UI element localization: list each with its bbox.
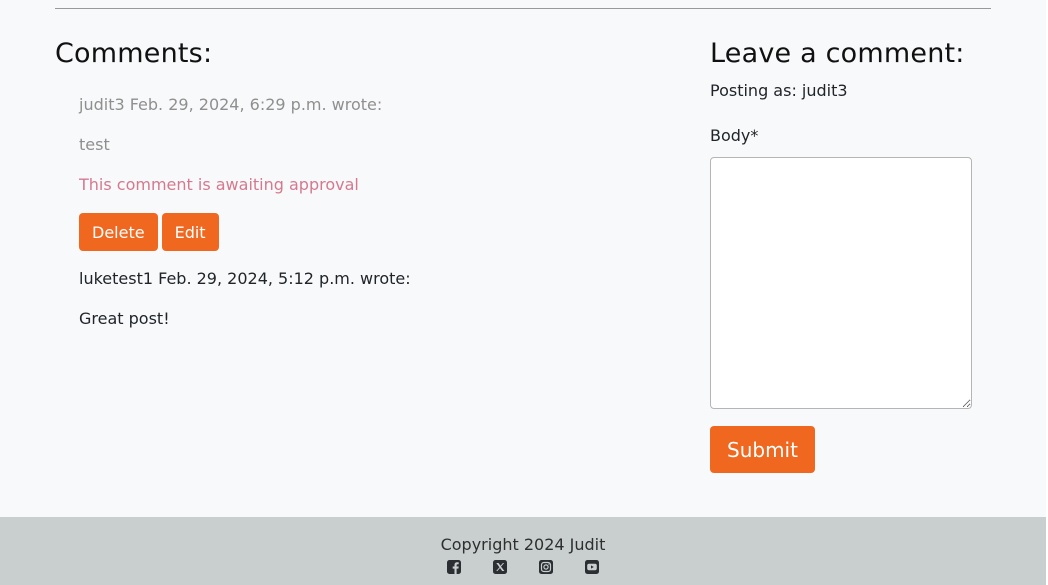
comment-body: test [79,135,110,154]
comments-heading: Comments: [55,38,213,69]
instagram-icon[interactable] [538,559,554,575]
comment-meta: judit3 Feb. 29, 2024, 6:29 p.m. wrote: [79,95,383,114]
x-twitter-icon[interactable] [492,559,508,575]
comment-body-textarea[interactable] [710,157,972,409]
facebook-icon[interactable] [446,559,462,575]
submit-button[interactable]: Submit [710,426,815,473]
top-divider [55,8,991,9]
comments-section: Comments: judit3 Feb. 29, 2024, 6:29 p.m… [55,38,615,329]
copyright-text: Copyright 2024 Judit [440,535,606,554]
comment-item: luketest1 Feb. 29, 2024, 5:12 p.m. wrote… [79,269,615,329]
comment-meta: luketest1 Feb. 29, 2024, 5:12 p.m. wrote… [79,269,411,288]
social-links [0,559,1046,575]
comment-actions: Delete Edit [79,213,615,251]
posting-as-text: Posting as: judit3 [710,81,848,100]
comment-item: judit3 Feb. 29, 2024, 6:29 p.m. wrote: t… [79,95,615,251]
body-field-label: Body* [710,126,759,145]
page-footer: Copyright 2024 Judit [0,517,1046,585]
comment-form-heading: Leave a comment: [710,38,965,69]
delete-comment-button[interactable]: Delete [79,213,158,251]
edit-comment-button[interactable]: Edit [161,213,219,251]
youtube-icon[interactable] [584,559,600,575]
comment-body: Great post! [79,309,170,328]
approval-notice: This comment is awaiting approval [79,175,359,194]
comment-form-section: Leave a comment: Posting as: judit3 Body… [710,38,1010,473]
